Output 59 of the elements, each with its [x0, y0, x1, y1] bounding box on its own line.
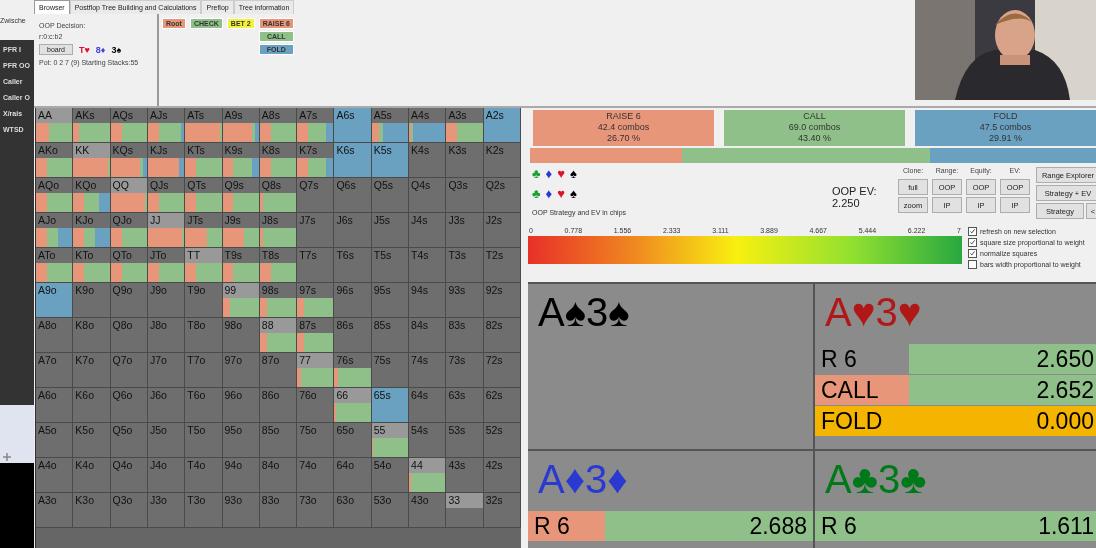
action-label: R 6: [534, 512, 570, 540]
plus-icon[interactable]: [3, 453, 11, 461]
ev-total: 2.250: [832, 197, 861, 209]
suit-filter[interactable]: ♠: [569, 187, 577, 201]
hand-label[interactable]: K5s: [371, 143, 409, 158]
action-percent: 29.91 %: [989, 133, 1022, 144]
action-name: FOLD: [993, 111, 1018, 122]
hand-label[interactable]: 33: [446, 493, 483, 508]
suit-filter[interactable]: ♣: [532, 167, 541, 181]
combo-title: A♠3♠: [538, 290, 630, 334]
ev-value: 1.611: [1038, 512, 1094, 540]
action-label: CALL: [821, 376, 879, 404]
checkbox[interactable]: [968, 227, 977, 236]
action-label: R 6: [821, 345, 857, 373]
hand-label[interactable]: 77: [297, 353, 334, 368]
combo-count: 47.5 combos: [979, 122, 1032, 133]
hand-label[interactable]: A2s: [483, 108, 520, 123]
action-label: FOLD: [821, 407, 883, 435]
combo-title: A♣3♣: [825, 457, 927, 501]
suit-filter[interactable]: ♣: [532, 187, 541, 201]
suit-filter[interactable]: ♥: [557, 187, 565, 201]
hand-label[interactable]: 66: [334, 388, 371, 403]
ev-value: 0.000: [1036, 407, 1094, 435]
checkbox[interactable]: [968, 249, 977, 258]
card-label: 3♠: [111, 44, 122, 55]
action-percent: 26.70 %: [607, 133, 640, 144]
hand-label[interactable]: 65s: [371, 388, 409, 403]
card-label: T♥: [79, 44, 90, 55]
hand-label[interactable]: AA: [36, 108, 73, 123]
hand-label[interactable]: 44: [409, 458, 446, 473]
hand-label[interactable]: A6s: [334, 108, 371, 123]
suit-filter[interactable]: ♠: [569, 167, 577, 181]
ev-label: OOP EV:: [832, 185, 878, 197]
hand-label[interactable]: QQ: [110, 178, 147, 193]
hand-label[interactable]: K6s: [334, 143, 371, 158]
combo-title: A♦3♦: [538, 457, 628, 501]
action-percent: 43.40 %: [798, 133, 831, 144]
suit-filter[interactable]: ♥: [557, 167, 565, 181]
combo-count: 42.4 combos: [597, 122, 650, 133]
hand-label[interactable]: A9o: [36, 283, 73, 298]
card-label: 8♦: [95, 44, 106, 55]
ev-value: 2.652: [1036, 376, 1094, 404]
suit-filter[interactable]: ♦: [545, 187, 553, 201]
action-name: RAISE 6: [606, 111, 641, 122]
hand-label[interactable]: 55: [371, 423, 409, 438]
hand-label[interactable]: TT: [185, 248, 222, 263]
combo-count: 69.0 combos: [788, 122, 841, 133]
suit-filter[interactable]: ♦: [545, 167, 553, 181]
action-label: R 6: [821, 512, 857, 540]
combo-title: A♥3♥: [825, 290, 922, 334]
hand-label[interactable]: 99: [222, 283, 259, 298]
hand-label[interactable]: 88: [259, 318, 297, 333]
checkbox[interactable]: [968, 260, 977, 269]
ev-value: 2.688: [749, 512, 807, 540]
hand-label[interactable]: JJ: [147, 213, 185, 228]
action-name: CALL: [803, 111, 826, 122]
checkbox[interactable]: [968, 238, 977, 247]
ev-value: 2.650: [1036, 345, 1094, 373]
hand-label[interactable]: KK: [73, 143, 110, 158]
